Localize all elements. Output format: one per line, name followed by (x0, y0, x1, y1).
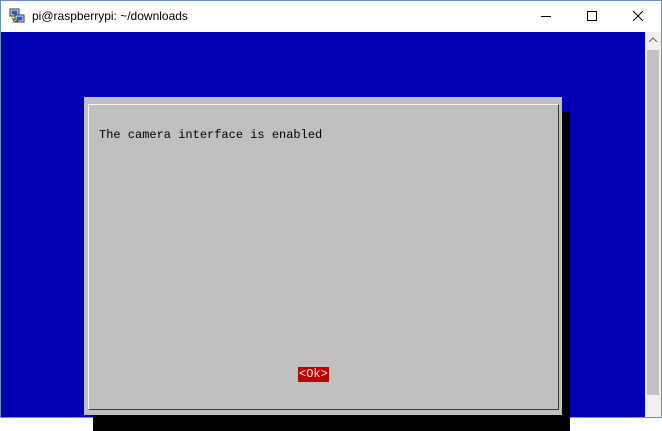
ok-button[interactable]: <Ok> (298, 367, 329, 382)
maximize-button[interactable] (569, 1, 615, 32)
close-button[interactable] (615, 1, 661, 32)
minimize-icon (541, 16, 551, 17)
scroll-up-button[interactable] (645, 32, 661, 49)
dialog-frame (88, 104, 559, 410)
chevron-up-icon (649, 37, 657, 42)
maximize-icon (587, 11, 597, 21)
title-bar[interactable]: pi@raspberrypi: ~/downloads (1, 1, 661, 32)
terminal-area[interactable]: The camera interface is enabled <Ok> (1, 32, 645, 431)
terminal-window: pi@raspberrypi: ~/downloads The camera i… (0, 0, 662, 431)
scrollbar-thumb[interactable] (647, 50, 659, 395)
window-title: pi@raspberrypi: ~/downloads (32, 9, 188, 23)
putty-icon[interactable] (9, 8, 25, 24)
close-icon (633, 11, 643, 21)
message-dialog: The camera interface is enabled <Ok> (84, 97, 562, 415)
minimize-button[interactable] (523, 1, 569, 32)
vertical-scrollbar[interactable] (645, 32, 661, 417)
dialog-message: The camera interface is enabled (99, 128, 323, 142)
